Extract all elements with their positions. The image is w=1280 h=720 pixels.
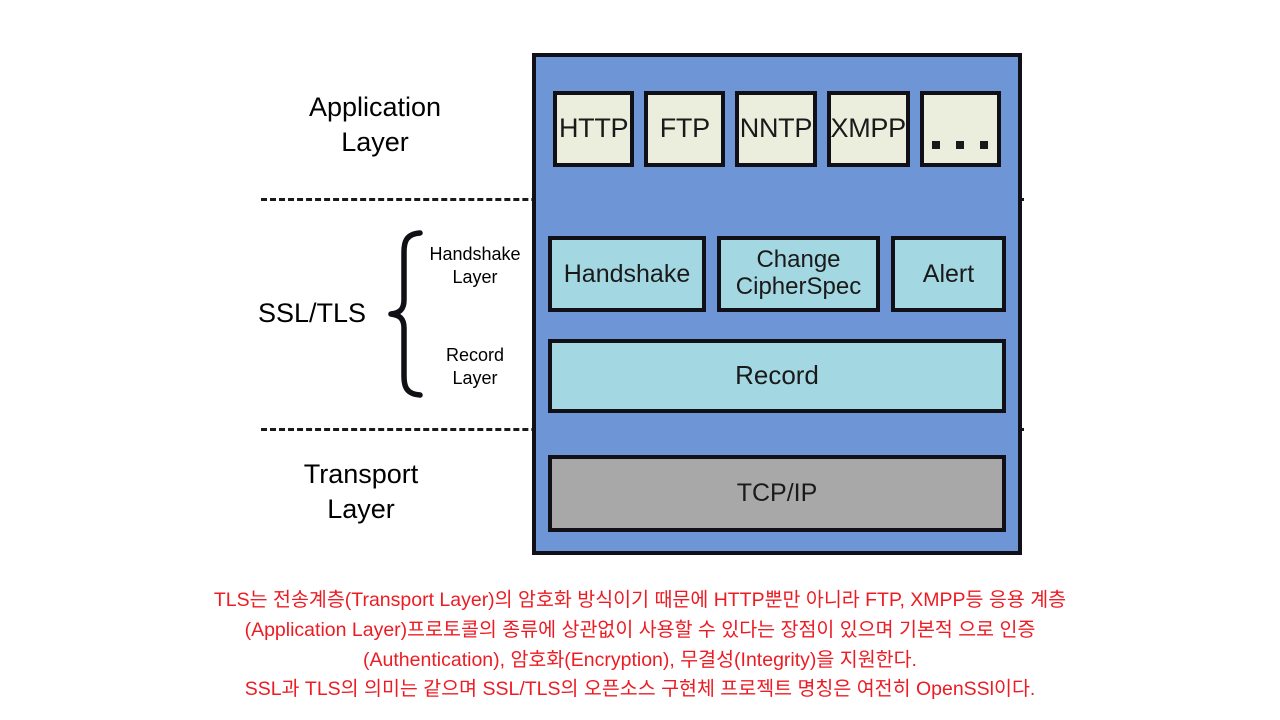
ellipsis-dot: [980, 140, 989, 149]
ellipsis-dot: [932, 140, 941, 149]
protocol-box-http[interactable]: HTTP: [553, 90, 635, 167]
handshake-layer-band: Handshake Change CipherSpec Alert: [536, 236, 1018, 312]
ellipsis-icon: [932, 140, 989, 149]
protocol-box-ftp[interactable]: FTP: [644, 90, 726, 167]
application-layer-band: HTTP FTP NNTP XMPP: [536, 57, 1018, 200]
transport-layer-band: TCP/IP: [536, 455, 1018, 532]
diagram-canvas: Application Layer SSL/TLS Transport Laye…: [0, 0, 1280, 720]
protocol-box-ellipsis[interactable]: [919, 90, 1002, 167]
protocol-box-nntp[interactable]: NNTP: [735, 90, 817, 167]
caption-line-2: (Application Layer)프로토콜의 종류에 상관없이 사용할 수 …: [244, 618, 1036, 641]
tls-box-record[interactable]: Record: [548, 339, 1006, 413]
handshake-layer-sublabel: Handshake Layer: [429, 244, 521, 288]
caption-line-1: TLS는 전송계층(Transport Layer)의 암호화 방식이기 때문에…: [213, 589, 1067, 611]
transport-layer-label: Transport Layer: [303, 459, 419, 524]
application-layer-label: Application Layer: [308, 92, 442, 157]
protocol-box-xmpp[interactable]: XMPP: [826, 90, 910, 167]
ellipsis-dot: [956, 140, 965, 149]
ssltls-label: SSL/TLS: [257, 298, 367, 328]
protocol-stack-container: HTTP FTP NNTP XMPP Handshake Change Ciph…: [532, 53, 1022, 555]
caption-text-block: TLS는 전송계층(Transport Layer)의 암호화 방식이기 때문에…: [90, 586, 1190, 705]
caption-line-4: SSL과 TLS의 의미는 같으며 SSL/TLS의 오픈소스 구현체 프로젝트…: [244, 678, 1036, 701]
tls-box-alert[interactable]: Alert: [891, 236, 1006, 312]
curly-brace-icon: [388, 230, 423, 398]
transport-box-tcpip[interactable]: TCP/IP: [548, 455, 1006, 532]
caption-line-3: (Authentication), 암호화(Encryption), 무결성(I…: [363, 648, 917, 671]
tls-box-handshake[interactable]: Handshake: [548, 236, 706, 312]
record-layer-sublabel: Record Layer: [445, 345, 505, 389]
tls-box-change-cipher-spec[interactable]: Change CipherSpec: [717, 236, 880, 312]
record-layer-band: Record: [536, 339, 1018, 413]
